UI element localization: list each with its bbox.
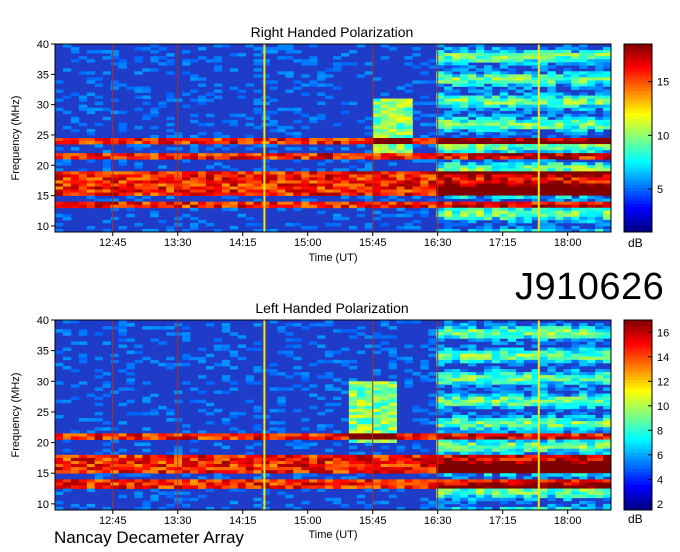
y-tick-label: 35 [37,346,49,358]
x-tick-label: 14:15 [229,237,257,249]
y-axis-label: Frequency (MHz) [10,96,22,181]
x-tick-label: 13:30 [164,515,192,527]
y-tick-label: 20 [37,160,49,172]
colorbar-tick-label: 4 [657,474,663,486]
y-tick-label: 15 [37,191,49,203]
colorbar-tick-label: 5 [657,184,663,196]
colorbar-tick-label: 16 [657,327,669,339]
x-axis-label: Time (UT) [308,529,357,541]
y-tick-label: 10 [37,221,49,233]
x-tick-label: 15:00 [294,515,322,527]
y-tick-label: 25 [37,407,49,419]
x-tick-label: 18:00 [554,237,582,249]
colorbar-tick-label: 15 [657,77,669,89]
chart-title-left-handed: Left Handed Polarization [255,300,409,316]
colorbar-tick-label: 2 [657,499,663,511]
x-tick-label: 16:30 [424,237,452,249]
colorbar-tick-label: 8 [657,425,663,437]
y-tick-label: 40 [37,315,49,327]
y-tick-label: 30 [37,100,49,112]
x-tick-label: 12:45 [99,515,127,527]
x-tick-label: 15:45 [359,515,387,527]
panel-1: 10 15 20 25 30 35 40 12:45 13:30 14:15 15:00 15:45 1… [10,315,669,541]
y-tick-label: 15 [37,468,49,480]
colorbar-unit-top: dB [628,236,643,250]
x-tick-label: 13:30 [164,237,192,249]
observation-id: J910626 [515,266,665,308]
colorbar-tick-label: 10 [657,401,669,413]
colorbar-tick-label: 10 [657,130,669,142]
y-tick-label: 20 [37,438,49,450]
panel-0: 10 15 20 25 30 35 40 12:45 13:30 14:15 15:00 15:45 1… [10,39,669,264]
y-tick-label: 25 [37,130,49,142]
y-tick-label: 40 [37,39,49,51]
y-tick-label: 35 [37,69,49,81]
x-tick-label: 18:00 [554,515,582,527]
y-tick-label: 10 [37,499,49,511]
x-tick-label: 14:15 [229,515,257,527]
colorbar-unit-bottom: dB [628,512,643,526]
instrument-label: Nancay Decameter Array [54,528,244,547]
x-tick-label: 17:15 [489,515,517,527]
y-axis-label: Frequency (MHz) [10,373,22,458]
colorbar-tick-label: 14 [657,352,669,364]
colorbar-tick-label: 12 [657,376,669,388]
x-tick-label: 12:45 [99,237,127,249]
x-tick-label: 15:45 [359,237,387,249]
x-tick-label: 17:15 [489,237,517,249]
x-axis-label: Time (UT) [308,252,357,264]
x-tick-label: 16:30 [424,515,452,527]
colorbar-tick-label: 6 [657,450,663,462]
x-tick-label: 15:00 [294,237,322,249]
y-tick-label: 30 [37,376,49,388]
